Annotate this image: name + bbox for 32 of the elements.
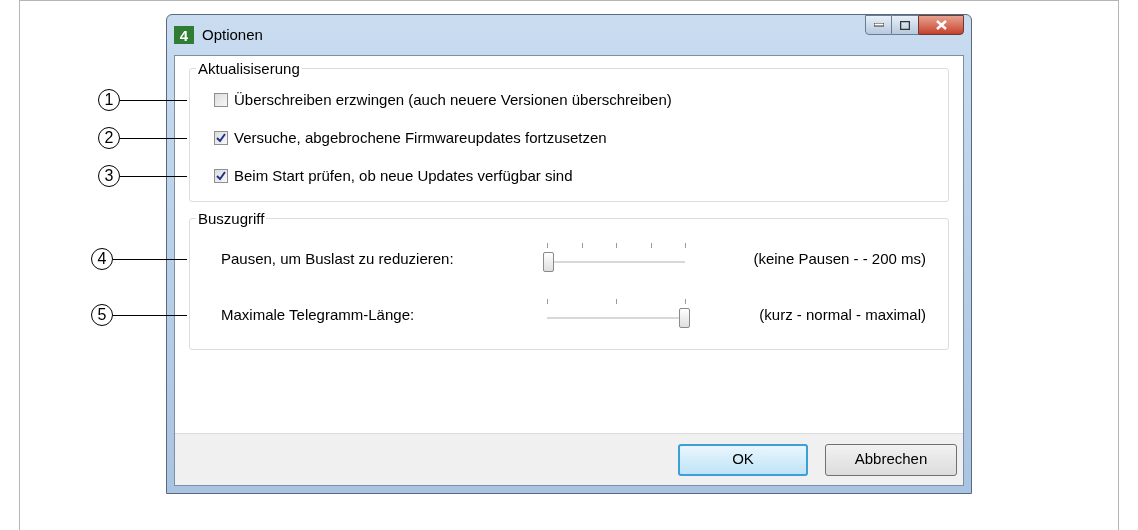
minimize-icon bbox=[873, 23, 884, 27]
checkbox-label: Beim Start prüfen, ob neue Updates verfügbar sind bbox=[234, 165, 573, 186]
leader-line bbox=[120, 99, 187, 101]
slider-label: Pausen, um Buslast zu reduzieren: bbox=[221, 248, 455, 269]
slider-range-text: (keine Pausen - - 200 ms) bbox=[753, 248, 926, 269]
checkmark-icon bbox=[216, 133, 226, 143]
checkmark-icon bbox=[216, 171, 226, 181]
checkbox[interactable] bbox=[214, 131, 228, 145]
maximize-button[interactable] bbox=[892, 15, 918, 35]
callout-number: 3 bbox=[98, 165, 120, 187]
slider-range-text: (kurz - normal - maximal) bbox=[759, 304, 926, 325]
callout-number: 4 bbox=[91, 248, 113, 270]
slider-label: Maximale Telegramm-Länge: bbox=[221, 304, 416, 325]
leader-line bbox=[120, 137, 187, 139]
slider-thumb[interactable] bbox=[679, 308, 690, 328]
window-title: Optionen bbox=[202, 24, 263, 45]
minimize-button[interactable] bbox=[865, 15, 892, 35]
slider-thumb[interactable] bbox=[543, 252, 554, 272]
checkbox[interactable] bbox=[214, 169, 228, 183]
dialog-button[interactable]: Abbrechen bbox=[825, 443, 957, 476]
callout-number: 5 bbox=[91, 304, 113, 326]
maximize-icon bbox=[900, 20, 910, 30]
checkbox-label: Überschreiben erzwingen (auch neuere Versionen überschreiben) bbox=[234, 89, 672, 110]
callout-number: 2 bbox=[98, 127, 120, 149]
checkbox-label: Versuche, abgebrochene Firmwareupdates fortzusetzen bbox=[234, 127, 607, 148]
leader-line bbox=[120, 175, 187, 177]
app-icon: 4 bbox=[174, 26, 194, 44]
checkbox[interactable] bbox=[214, 93, 228, 107]
callout-number: 1 bbox=[98, 89, 120, 111]
dialog-button[interactable]: OK bbox=[678, 443, 808, 476]
close-icon bbox=[935, 20, 947, 30]
close-button[interactable] bbox=[918, 15, 964, 35]
